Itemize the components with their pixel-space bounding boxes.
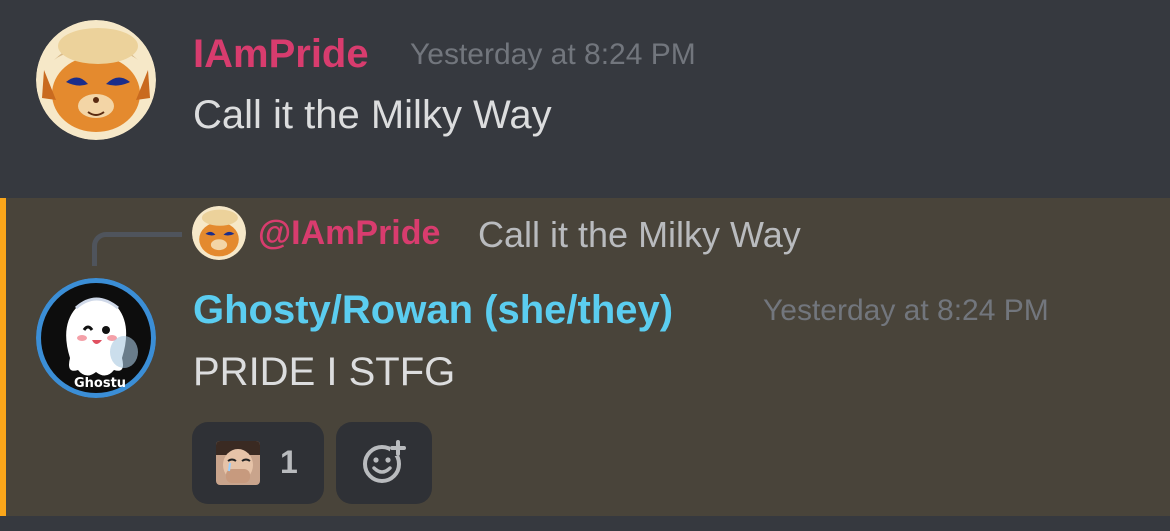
avatar-caption: Ghostu bbox=[74, 376, 127, 391]
reaction-button[interactable]: 1 bbox=[192, 422, 324, 504]
fox-avatar-icon bbox=[192, 206, 246, 260]
avatar-iampride[interactable] bbox=[36, 20, 156, 140]
reply-mention[interactable]: @IAmPride bbox=[258, 214, 440, 253]
timestamp: Yesterday at 8:24 PM bbox=[763, 294, 1049, 327]
mention-highlight-bar bbox=[0, 198, 6, 516]
message-1: IAmPride Yesterday at 8:24 PM Call it th… bbox=[0, 0, 1170, 198]
reply-preview-text[interactable]: Call it the Milky Way bbox=[478, 214, 801, 256]
username[interactable]: Ghosty/Rowan (she/they) bbox=[193, 288, 673, 333]
reaction-count: 1 bbox=[280, 444, 298, 480]
add-reaction-button[interactable] bbox=[336, 422, 432, 504]
add-reaction-icon bbox=[363, 440, 406, 483]
fox-avatar-icon bbox=[36, 20, 156, 140]
reply-avatar[interactable] bbox=[192, 206, 246, 260]
avatar-ghosty[interactable]: Ghostu bbox=[36, 278, 156, 398]
message-content: PRIDE I STFG bbox=[193, 350, 456, 394]
timestamp: Yesterday at 8:24 PM bbox=[410, 38, 696, 71]
message-content: Call it the Milky Way bbox=[193, 93, 552, 137]
bottom-divider bbox=[0, 516, 1170, 531]
crying-face-photo-emoji-icon bbox=[216, 441, 260, 485]
reply-spine bbox=[92, 232, 182, 266]
username[interactable]: IAmPride bbox=[193, 32, 369, 77]
